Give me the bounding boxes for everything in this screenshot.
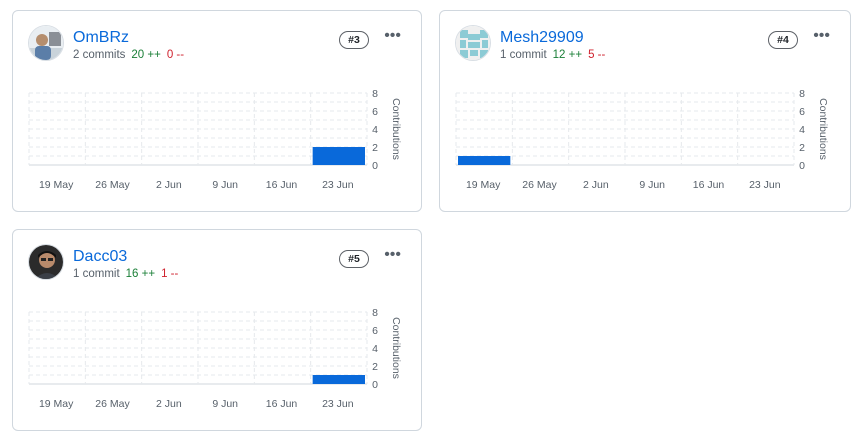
contributor-card: Mesh29909 1 commit 12 ++ 5 -- #4 ••• 8 6 4 2 0… [439,10,851,212]
contributor-card: Dacc03 1 commit 16 ++ 1 -- #5 ••• 8 6 4 2 0 Con… [12,229,422,431]
y-tick-label: 4 [799,124,805,136]
additions-count: 12 ++ [552,49,583,61]
contribution-bar [312,375,365,384]
y-tick-label: 4 [372,124,378,136]
y-axis-label: Contributions [817,98,829,160]
username-link[interactable]: Mesh29909 [500,29,584,47]
x-tick-label: 23 Jun [749,179,781,191]
y-tick-label: 8 [372,307,378,319]
contribution-chart: 8 6 4 2 0 Contributions 19 May 26 May 2 Jun 9 Jun… [28,307,402,410]
x-tick-label: 9 Jun [639,179,665,191]
username-link[interactable]: OmBRz [73,29,129,47]
contribution-bar [458,156,511,165]
x-tick-label: 2 Jun [156,179,182,191]
contribution-chart: 8 6 4 2 0 Contributions 19 May 26 May 2 Jun 9 Jun… [28,88,402,191]
x-tick-label: 19 May [39,179,74,191]
additions-count: 20 ++ [131,49,161,61]
contribution-chart: 8 6 4 2 0 Contributions 19 May 26 May 2 Jun 9 Jun… [455,88,829,191]
x-tick-label: 23 Jun [322,179,354,191]
x-tick-label: 23 Jun [322,398,354,410]
x-tick-label: 16 Jun [266,398,298,410]
x-tick-label: 26 May [95,179,130,191]
y-tick-label: 0 [372,160,378,172]
y-tick-label: 6 [372,325,378,337]
contributor-card: OmBRz 2 commits 20 ++ 0 -- #3 ••• 8 6 4 2 0 Con… [12,10,422,212]
username-link[interactable]: Dacc03 [73,248,127,266]
y-tick-label: 0 [372,379,378,391]
commit-count-link[interactable]: 1 commit [500,49,547,61]
commit-count-link[interactable]: 1 commit [73,268,120,280]
contribution-bar [312,147,365,165]
avatar[interactable] [28,25,64,61]
deletions-count: 1 -- [161,268,179,280]
y-tick-label: 4 [372,343,378,355]
contribution-stats: 2 commits 20 ++ 0 -- [73,49,184,61]
x-tick-label: 26 May [95,398,130,410]
deletions-count: 0 -- [166,49,185,61]
commit-count-link[interactable]: 2 commits [73,49,125,61]
kebab-horizontal-icon[interactable]: ••• [384,247,401,263]
contribution-stats: 1 commit 16 ++ 1 -- [73,268,178,280]
x-tick-label: 9 Jun [212,398,238,410]
y-tick-label: 8 [372,88,378,100]
x-tick-label: 9 Jun [212,179,238,191]
y-tick-label: 8 [799,88,805,100]
contribution-stats: 1 commit 12 ++ 5 -- [500,49,605,61]
y-tick-label: 2 [799,142,805,154]
y-tick-label: 2 [372,361,378,373]
x-tick-label: 16 Jun [693,179,725,191]
y-tick-label: 2 [372,142,378,154]
y-tick-label: 0 [799,160,805,172]
rank-badge: #5 [339,250,369,268]
y-axis-label: Contributions [390,317,402,379]
x-tick-label: 19 May [466,179,501,191]
x-tick-label: 16 Jun [266,179,298,191]
avatar[interactable] [455,25,491,61]
x-tick-label: 2 Jun [583,179,609,191]
x-tick-label: 19 May [39,398,74,410]
x-tick-label: 2 Jun [156,398,182,410]
kebab-horizontal-icon[interactable]: ••• [384,28,401,44]
y-tick-label: 6 [372,106,378,118]
additions-count: 16 ++ [125,268,156,280]
avatar[interactable] [28,244,64,280]
x-tick-label: 26 May [522,179,557,191]
kebab-horizontal-icon[interactable]: ••• [813,28,830,44]
y-axis-label: Contributions [390,98,402,160]
deletions-count: 5 -- [588,49,606,61]
y-tick-label: 6 [799,106,805,118]
rank-badge: #3 [339,31,369,49]
rank-badge: #4 [768,31,798,49]
